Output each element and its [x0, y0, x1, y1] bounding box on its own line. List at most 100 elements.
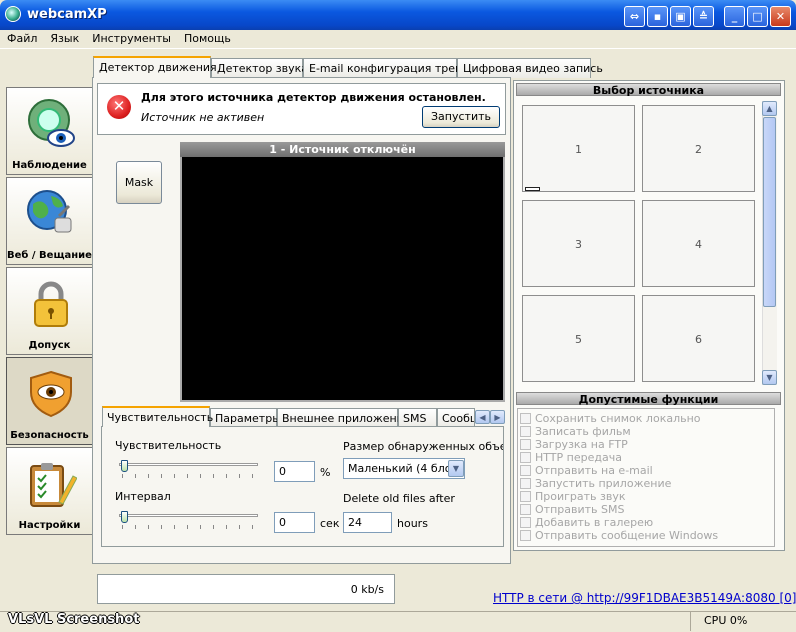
delete-hours-input[interactable]: 24 — [343, 512, 392, 533]
interval-slider-track[interactable] — [119, 514, 258, 517]
subtab-external-app[interactable]: Внешнее приложение — [277, 408, 411, 427]
subtab-messages[interactable]: Сообщ — [437, 408, 475, 427]
start-button[interactable]: Запустить — [422, 106, 500, 128]
scroll-up-icon[interactable]: ▲ — [762, 101, 777, 116]
object-size-select[interactable]: Маленький (4 блок. — [343, 458, 465, 479]
compact-mode-icon[interactable]: ⇔ — [624, 6, 645, 27]
sidebar-label-access: Допуск — [28, 340, 71, 351]
display-mode-icon[interactable]: ▪ — [647, 6, 668, 27]
alert-subtitle: Источник не активен — [141, 111, 265, 124]
checkbox[interactable] — [520, 413, 531, 424]
checkbox[interactable] — [520, 478, 531, 489]
sidebar-item-monitoring[interactable]: Наблюдение — [6, 87, 93, 175]
interval-input[interactable]: 0 — [274, 512, 315, 533]
menu-bar: Файл Язык Инструменты Помощь — [0, 30, 796, 49]
interval-slider-thumb[interactable] — [121, 511, 128, 523]
subtab-sms[interactable]: SMS — [398, 408, 437, 427]
shield-eye-icon — [30, 370, 72, 418]
checkbox[interactable] — [520, 491, 531, 502]
checkbox[interactable] — [520, 439, 531, 450]
sidebar-label-web-broadcast: Веб / Вещание — [7, 250, 92, 261]
sidebar-item-web-broadcast[interactable]: Веб / Вещание — [6, 177, 93, 265]
video-header: 1 - Источник отключён — [180, 142, 505, 157]
interval-ticks — [122, 525, 257, 529]
sidebar-item-security[interactable]: Безопасность — [6, 357, 93, 445]
sensitivity-slider-thumb[interactable] — [121, 460, 128, 472]
delete-old-files-label: Delete old files after — [343, 492, 455, 505]
monitor-icon[interactable]: ▣ — [670, 6, 691, 27]
menu-file[interactable]: Файл — [0, 30, 43, 45]
webcam-app-icon[interactable] — [5, 6, 21, 22]
cpu-usage: CPU 0% — [704, 614, 748, 627]
function-play-sound[interactable]: Проиграть звук — [520, 490, 775, 503]
subtab-scroll-right-icon[interactable]: ▶ — [490, 410, 505, 424]
sidebar-label-settings: Настройки — [18, 520, 81, 531]
subtab-scroll-left-icon[interactable]: ◀ — [475, 410, 490, 424]
sensitivity-ticks — [122, 474, 257, 478]
tab-dvr[interactable]: Цифровая видео запись — [457, 58, 603, 78]
source-cell-4[interactable]: 4 — [642, 200, 755, 287]
delete-hours-unit: hours — [397, 517, 428, 530]
sidebar-label-monitoring: Наблюдение — [12, 160, 87, 171]
sensitivity-input[interactable]: 0 — [274, 461, 315, 482]
camera-eye-icon — [28, 99, 75, 147]
watermark-text: VLsVL Screenshot — [8, 612, 140, 627]
function-send-sms[interactable]: Отправить SMS — [520, 503, 775, 516]
source-cell-5[interactable]: 5 — [522, 295, 635, 382]
checkbox[interactable] — [520, 465, 531, 476]
http-server-link[interactable]: HTTP в сети @ http://99F1DBAE3B5149A:808… — [493, 591, 796, 605]
padlock-icon — [34, 281, 68, 327]
bandwidth-value: 0 kb/s — [350, 583, 384, 596]
minimize-button[interactable]: _ — [724, 6, 745, 27]
function-launch-app[interactable]: Запустить приложение — [520, 477, 775, 490]
checkbox[interactable] — [520, 530, 531, 541]
object-size-value: Маленький (4 блок. — [348, 462, 462, 475]
checkbox[interactable] — [520, 517, 531, 528]
function-ftp-upload[interactable]: Загрузка на FTP — [520, 438, 775, 451]
sidebar-label-security: Безопасность — [10, 430, 89, 441]
collapse-up-icon[interactable]: ≙ — [693, 6, 714, 27]
sidebar-item-settings[interactable]: Настройки — [6, 447, 93, 535]
checkbox[interactable] — [520, 426, 531, 437]
function-send-email[interactable]: Отправить на e-mail — [520, 464, 775, 477]
function-record-movie[interactable]: Записать фильм — [520, 425, 775, 438]
video-preview — [180, 157, 505, 402]
mask-button[interactable]: Mask — [116, 161, 162, 204]
sensitivity-label: Чувствительность — [115, 439, 222, 452]
tab-sound-detector[interactable]: Детектор звука — [211, 58, 308, 78]
sensitivity-slider-track[interactable] — [119, 463, 258, 466]
error-icon: ✕ — [107, 95, 131, 119]
maximize-button[interactable]: □ — [747, 6, 768, 27]
checkbox[interactable] — [520, 452, 531, 463]
checkbox[interactable] — [520, 504, 531, 515]
tab-email-alerts[interactable]: E-mail конфигурация тревог — [303, 58, 474, 78]
source-cell-2[interactable]: 2 — [642, 105, 755, 192]
scrollbar-thumb[interactable] — [763, 117, 776, 307]
function-save-snapshot[interactable]: Сохранить снимок локально — [520, 412, 775, 425]
clipboard-pencil-icon — [30, 463, 77, 507]
selected-source-indicator — [525, 187, 540, 191]
window-title: webcamXP — [27, 7, 107, 22]
globe-satellite-icon — [27, 190, 72, 233]
sensitivity-unit: % — [320, 466, 331, 479]
source-cell-1[interactable]: 1 — [522, 105, 635, 192]
menu-tools[interactable]: Инструменты — [85, 30, 177, 45]
available-functions-header: Допустимые функции — [516, 392, 781, 406]
object-size-label: Размер обнаруженных объекто — [343, 440, 503, 453]
close-button[interactable]: ✕ — [770, 6, 791, 27]
sidebar-item-access[interactable]: Допуск — [6, 267, 93, 355]
tab-motion-detector[interactable]: Детектор движения — [93, 56, 217, 78]
scroll-down-icon[interactable]: ▼ — [762, 370, 777, 385]
source-selection-header: Выбор источника — [516, 83, 781, 97]
source-cell-6[interactable]: 6 — [642, 295, 755, 382]
menu-help[interactable]: Помощь — [177, 30, 237, 45]
chevron-down-icon[interactable]: ▼ — [448, 460, 464, 477]
function-windows-message[interactable]: Отправить сообщение Windows — [520, 529, 775, 542]
menu-language[interactable]: Язык — [43, 30, 85, 45]
function-add-gallery[interactable]: Добавить в галерею — [520, 516, 775, 529]
detector-stopped-alert: ✕ Для этого источника детектор движения … — [97, 83, 506, 135]
source-cell-3[interactable]: 3 — [522, 200, 635, 287]
function-http-transfer[interactable]: HTTP передача — [520, 451, 775, 464]
subtab-parameters[interactable]: Параметры — [210, 408, 281, 427]
subtab-sensitivity[interactable]: Чувствительность — [102, 406, 213, 427]
